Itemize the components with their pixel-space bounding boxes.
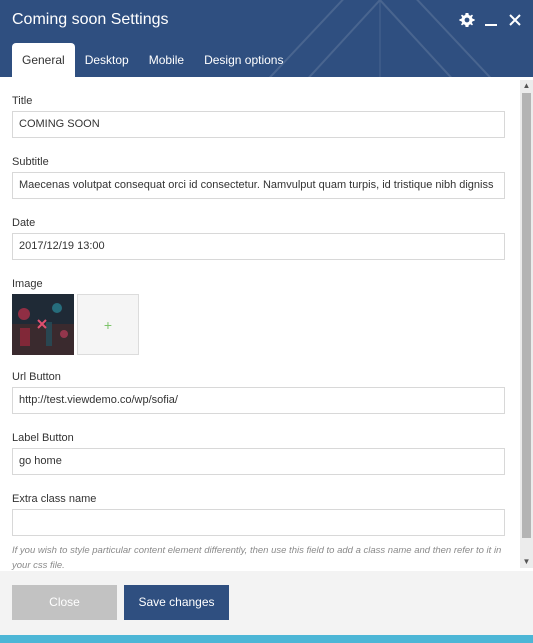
- gear-icon[interactable]: [459, 11, 475, 29]
- modal-header: Coming soon Settings General Desktop Mob…: [0, 0, 533, 77]
- tab-mobile[interactable]: Mobile: [139, 43, 194, 77]
- tab-bar: General Desktop Mobile Design options: [12, 43, 293, 77]
- date-label: Date: [12, 217, 36, 229]
- add-image-button[interactable]: +: [77, 294, 139, 355]
- url-button-label: Url Button: [12, 371, 61, 383]
- tab-desktop[interactable]: Desktop: [75, 43, 139, 77]
- modal-title: Coming soon Settings: [12, 11, 169, 28]
- scroll-up-icon[interactable]: ▲: [520, 80, 533, 92]
- tab-general[interactable]: General: [12, 43, 75, 77]
- tab-design-options[interactable]: Design options: [194, 43, 293, 77]
- extra-class-input[interactable]: [12, 509, 505, 536]
- save-changes-button[interactable]: Save changes: [124, 585, 229, 620]
- title-label: Title: [12, 95, 33, 107]
- label-button-input[interactable]: go home: [12, 448, 505, 475]
- scrollbar-thumb[interactable]: [522, 93, 531, 538]
- extra-class-label: Extra class name: [12, 493, 97, 505]
- url-button-input[interactable]: http://test.viewdemo.co/wp/sofia/: [12, 387, 505, 414]
- subtitle-label: Subtitle: [12, 156, 49, 168]
- modal-footer: Close Save changes: [0, 571, 533, 635]
- image-label: Image: [12, 278, 43, 290]
- image-thumbnail[interactable]: [12, 294, 74, 355]
- close-icon[interactable]: [507, 11, 523, 29]
- date-input[interactable]: 2017/12/19 13:00: [12, 233, 505, 260]
- minimize-icon[interactable]: [483, 11, 499, 29]
- help-text: If you wish to style particular content …: [12, 545, 502, 571]
- scroll-down-icon[interactable]: ▼: [520, 556, 533, 568]
- settings-form: Title COMING SOON Subtitle Maecenas volu…: [0, 77, 533, 571]
- background-page-strip: [0, 635, 533, 643]
- close-button[interactable]: Close: [12, 585, 117, 620]
- label-button-label: Label Button: [12, 432, 74, 444]
- title-input[interactable]: COMING SOON: [12, 111, 505, 138]
- subtitle-input[interactable]: Maecenas volutpat consequat orci id cons…: [12, 172, 505, 199]
